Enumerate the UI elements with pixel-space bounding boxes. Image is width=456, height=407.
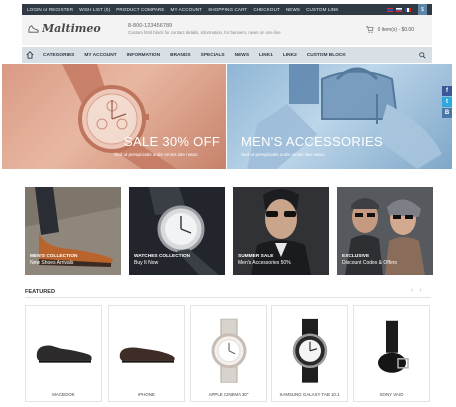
login-register-link[interactable]: LOGIN or REGISTER xyxy=(27,7,73,12)
tile-caption-subtitle: New Shoes Arrivals xyxy=(30,260,74,266)
home-button[interactable] xyxy=(22,47,38,63)
tile-caption-title: EXCLUSIVE xyxy=(342,254,370,259)
currency-button[interactable]: $ xyxy=(418,4,427,15)
twitter-icon[interactable]: t xyxy=(442,97,452,107)
nav-item-link2[interactable]: LINK2 xyxy=(278,53,302,58)
my-account-link[interactable]: MY ACCOUNT xyxy=(171,7,203,12)
product-card[interactable]: SONY VAIO xyxy=(353,305,430,402)
product-name[interactable]: IPHONE xyxy=(109,392,184,397)
product-card[interactable]: MACBOOK xyxy=(25,305,102,402)
nav-item-news[interactable]: NEWS xyxy=(230,53,254,58)
product-name[interactable]: SAMSUNG GALAXY TAB 10.1 xyxy=(272,392,347,397)
product-compare-link[interactable]: PRODUCT COMPARE xyxy=(116,7,164,12)
english-flag-icon[interactable] xyxy=(387,7,393,12)
tile-caption-subtitle: Men's Accessories 50% xyxy=(238,260,291,266)
top-links: LOGIN or REGISTER WISH LIST (0) PRODUCT … xyxy=(27,7,339,12)
news-link[interactable]: NEWS xyxy=(286,7,300,12)
product-card[interactable]: IPHONE xyxy=(108,305,185,402)
next-arrow-icon[interactable]: › xyxy=(419,287,421,294)
featured-divider xyxy=(25,297,431,298)
shopping-cart-link[interactable]: SHOPPING CART xyxy=(208,7,247,12)
custom-link[interactable]: CUSTOM LINK xyxy=(306,7,338,12)
logo-text: Maltimeo xyxy=(42,22,101,35)
logo[interactable]: Maltimeo xyxy=(28,22,101,35)
nav-item-link1[interactable]: LINK1 xyxy=(254,53,278,58)
cart-total: 0 item(s) - $0.00 xyxy=(377,26,414,33)
banner-accessories-title: MEN'S ACCESSORIES xyxy=(241,134,383,149)
tile-watches-collection[interactable]: WATCHES COLLECTION Buy It Now xyxy=(129,187,225,275)
shoe-icon xyxy=(28,25,39,33)
header: Maltimeo 8-800-123456789 Custom html blo… xyxy=(22,15,432,45)
header-tagline: Custom html block for contact details, i… xyxy=(128,30,281,35)
home-icon xyxy=(26,51,34,59)
main-nav: CATEGORIES MY ACCOUNT INFORMATION BRANDS… xyxy=(22,47,432,63)
wishlist-link[interactable]: WISH LIST (0) xyxy=(79,7,110,12)
product-name[interactable]: APPLE CINEMA 30" xyxy=(191,392,266,397)
tile-mens-collection[interactable]: MEN'S COLLECTION New Shoes Arrivals xyxy=(25,187,121,275)
language-switcher: $ xyxy=(387,4,427,15)
cart-icon xyxy=(365,26,374,33)
social-sidebar: f t B xyxy=(442,86,452,118)
tile-caption-subtitle: Buy It Now xyxy=(134,260,159,266)
nav-item-information[interactable]: INFORMATION xyxy=(122,53,165,58)
featured-heading: FEATURED xyxy=(25,289,56,295)
banner-accessories[interactable]: MEN'S ACCESSORIES Sed ut perspiciatis un… xyxy=(227,64,452,169)
tile-exclusive[interactable]: EXCLUSIVE Discount Codes & Offers xyxy=(337,187,433,275)
tile-caption-title: MEN'S COLLECTION xyxy=(30,254,78,259)
tile-caption-subtitle: Discount Codes & Offers xyxy=(342,260,397,266)
nav-item-categories[interactable]: CATEGORIES xyxy=(38,53,79,58)
russian-flag-icon[interactable] xyxy=(396,7,402,12)
nav-item-custom-block[interactable]: CUSTOM BLOCK xyxy=(302,53,351,58)
banner-accessories-subtitle: Sed ut perspiciatis unde omnis iste natu… xyxy=(241,152,325,157)
jeweled-watch-image xyxy=(211,318,246,383)
cart-summary[interactable]: 0 item(s) - $0.00 xyxy=(365,26,414,33)
phone-number: 8-800-123456789 xyxy=(128,23,173,29)
prev-arrow-icon[interactable]: ‹ xyxy=(411,287,413,294)
tile-summer-sale[interactable]: SUMMER SALE Men's Accessories 50% xyxy=(233,187,329,275)
top-bar: LOGIN or REGISTER WISH LIST (0) PRODUCT … xyxy=(22,4,432,15)
nav-item-brands[interactable]: BRANDS xyxy=(165,53,196,58)
carousel-arrows: ‹ › xyxy=(411,287,422,294)
tile-caption-title: SUMMER SALE xyxy=(238,254,274,259)
product-name[interactable]: MACBOOK xyxy=(26,392,101,397)
french-flag-icon[interactable] xyxy=(405,7,411,12)
black-watch-image xyxy=(292,318,327,383)
banner-sale-subtitle: Sed ut perspiciatis unde omnis iste natu… xyxy=(114,152,198,157)
checkout-link[interactable]: CHECKOUT xyxy=(253,7,280,12)
tile-caption-title: WATCHES COLLECTION xyxy=(134,254,191,259)
oxford-shoe-image xyxy=(36,344,92,363)
loafer-shoe-image xyxy=(119,346,175,363)
search-icon[interactable] xyxy=(419,51,426,59)
nav-item-specials[interactable]: SPECIALS xyxy=(196,53,230,58)
leather-belt-image xyxy=(377,320,409,373)
product-name[interactable]: SONY VAIO xyxy=(354,392,429,397)
nav-item-my-account[interactable]: MY ACCOUNT xyxy=(79,53,121,58)
banner-sale-title: SALE 30% OFF xyxy=(124,134,221,149)
banner-sale[interactable]: SALE 30% OFF Sed ut perspiciatis unde om… xyxy=(2,64,226,169)
product-card[interactable]: SAMSUNG GALAXY TAB 10.1 xyxy=(271,305,348,402)
vk-icon[interactable]: B xyxy=(442,108,452,118)
facebook-icon[interactable]: f xyxy=(442,86,452,96)
product-card[interactable]: APPLE CINEMA 30" xyxy=(190,305,267,402)
